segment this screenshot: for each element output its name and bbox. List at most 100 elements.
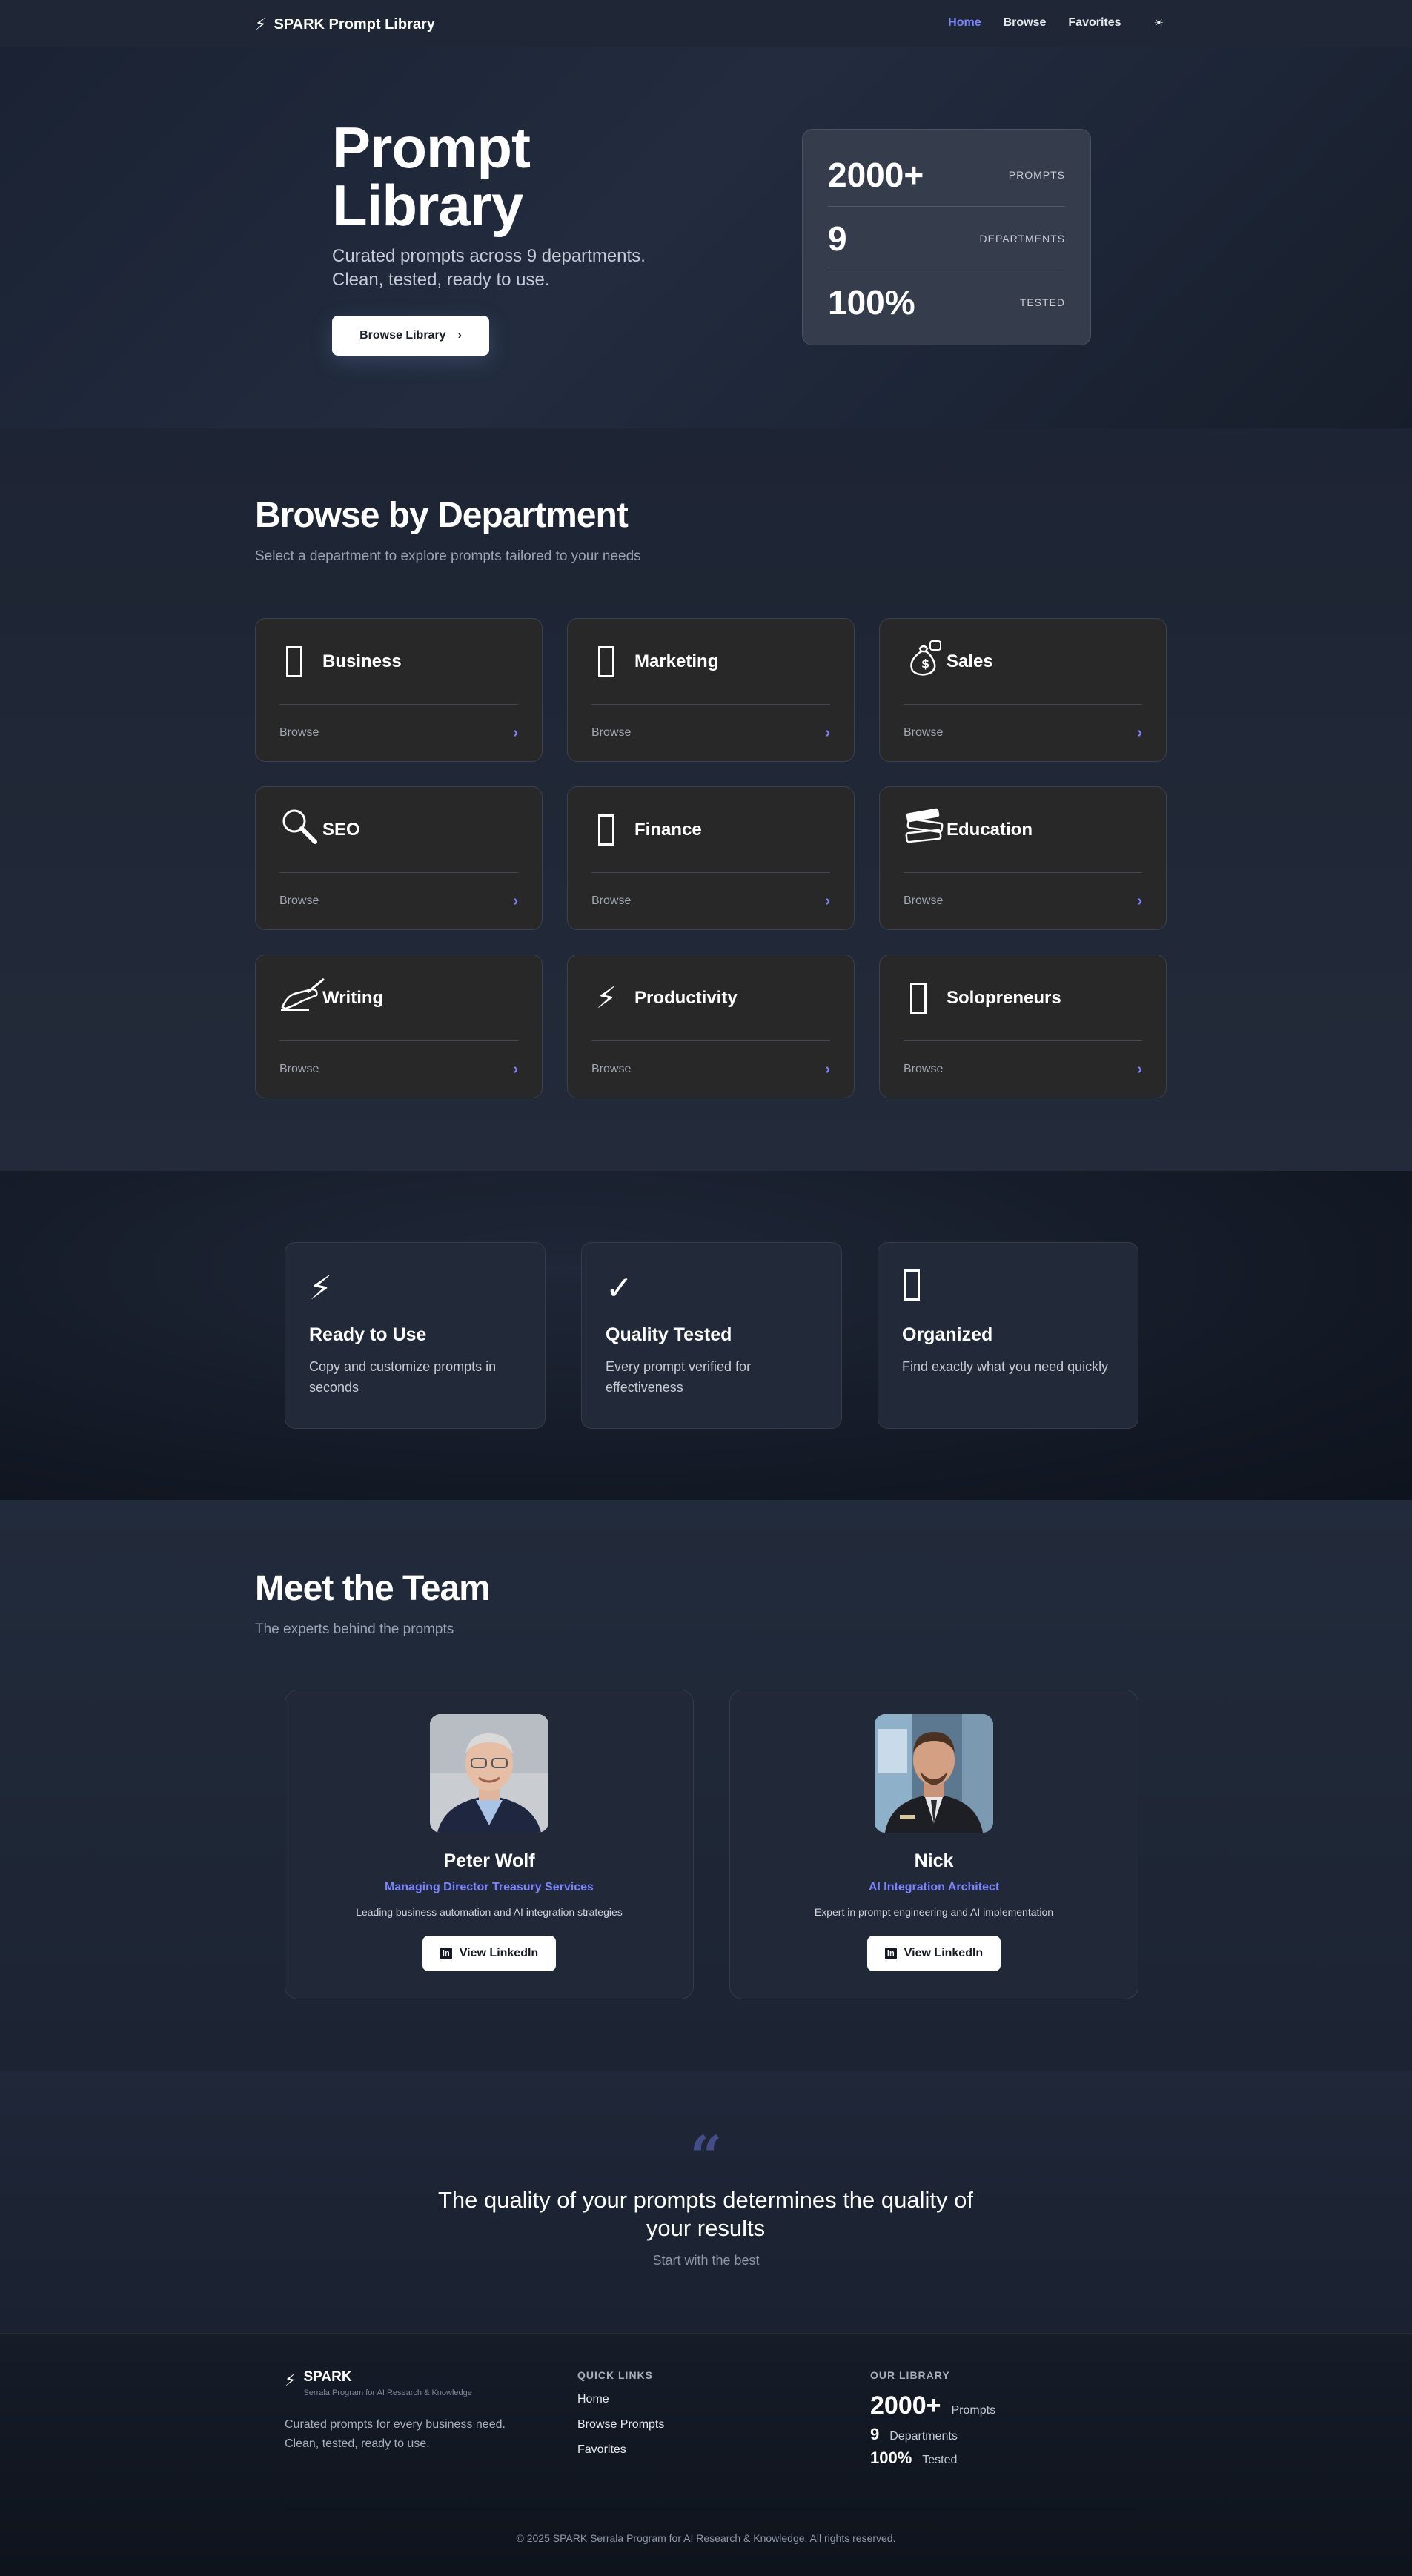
browse-label: Browse [591, 726, 632, 739]
department-card-sales[interactable]: $ Sales Browse › [879, 618, 1167, 762]
browse-label: Browse [279, 1063, 319, 1075]
footer-stat-value: 2000+ [870, 2391, 941, 2420]
department-card-solopreneurs[interactable]: Solopreneurs Browse › [879, 955, 1167, 1098]
team-section: Meet the Team The experts behind the pro… [0, 1500, 1412, 2071]
footer-desc-line2: Clean, tested, ready to use. [285, 2437, 430, 2450]
magnifier-icon [279, 806, 317, 854]
top-nav: ⚡︎ SPARK Prompt Library Home Browse Favo… [0, 0, 1412, 47]
view-linkedin-button[interactable]: in View LinkedIn [422, 1936, 556, 1971]
megaphone-icon [598, 645, 614, 677]
department-card-education[interactable]: Education Browse › [879, 786, 1167, 930]
department-card-business[interactable]: Business Browse › [255, 618, 543, 762]
feature-title: Ready to Use [309, 1324, 427, 1345]
footer-stat-value: 100% [870, 2449, 912, 2467]
department-card-writing[interactable]: Writing Browse › [255, 955, 543, 1098]
departments-grid: Business Browse › Marketing Browse › $ Sal… [255, 618, 1167, 1098]
nav-links: Home Browse Favorites ☀ [948, 16, 1164, 30]
stat-label: TESTED [1019, 296, 1065, 308]
svg-text:$: $ [921, 657, 929, 671]
department-name: Education [947, 819, 1033, 840]
chevron-right-icon: › [513, 1060, 518, 1078]
nav-link-home[interactable]: Home [948, 16, 981, 30]
footer-link-favorites[interactable]: Favorites [577, 2443, 664, 2457]
feature-title: Quality Tested [606, 1324, 732, 1345]
chevron-right-icon: › [513, 892, 518, 909]
team-grid: Peter Wolf Managing Director Treasury Se… [285, 1690, 1138, 1999]
hero-title: Prompt Library [332, 115, 531, 238]
avatar [430, 1714, 548, 1833]
browse-label: Browse [279, 894, 319, 907]
quote-mark-icon: “ [689, 2123, 723, 2189]
lightning-icon: ⚡︎ [285, 2371, 296, 2389]
feature-desc: Every prompt verified for effectiveness [606, 1359, 752, 1395]
view-linkedin-button[interactable]: in View LinkedIn [867, 1936, 1001, 1971]
hero-subtitle-line1: Curated prompts across 9 departments. [332, 246, 646, 266]
footer-link-browse[interactable]: Browse Prompts [577, 2418, 664, 2431]
footer-library: OUR LIBRARY 2000+ Prompts 9 Departments … [870, 2369, 995, 2468]
department-name: Productivity [634, 987, 738, 1008]
feature-card-quality: ✓ Quality Tested Every prompt verified f… [581, 1242, 842, 1429]
copyright: © 2025 SPARK Serrala Program for AI Rese… [516, 2532, 896, 2544]
quote-subtext: Start with the best [652, 2253, 760, 2268]
footer-tagline: Serrala Program for AI Research & Knowle… [303, 2389, 472, 2397]
person-icon [910, 982, 927, 1014]
check-icon: ✓ [606, 1270, 633, 1307]
stat-tested: 100% TESTED [828, 270, 1065, 334]
footer-stat-label: Departments [889, 2430, 958, 2443]
stat-value: 9 [828, 219, 847, 258]
chevron-right-icon: › [1137, 892, 1142, 909]
brand-title: SPARK Prompt Library [274, 16, 435, 33]
books-icon [904, 806, 944, 854]
footer-brand-name: SPARK [303, 2369, 352, 2385]
chevron-right-icon: › [825, 892, 830, 909]
feature-desc: Find exactly what you need quickly [902, 1359, 1109, 1374]
chevron-right-icon: › [513, 724, 518, 741]
member-name: Peter Wolf [443, 1850, 535, 1871]
quote-text: The quality of your prompts determines t… [438, 2187, 973, 2241]
departments-subtitle: Select a department to explore prompts t… [255, 548, 641, 564]
stat-departments: 9 DEPARTMENTS [828, 207, 1065, 270]
hero-section: Prompt Library Curated prompts across 9 … [0, 47, 1412, 428]
briefcase-icon [286, 645, 302, 677]
stat-prompts: 2000+ PROMPTS [828, 143, 1065, 207]
stat-value: 2000+ [828, 155, 924, 194]
footer-stat-label: Tested [922, 2454, 958, 2466]
chevron-right-icon: › [1137, 1060, 1142, 1078]
member-desc: Expert in prompt engineering and AI impl… [814, 1906, 1054, 1918]
chevron-right-icon: › [457, 329, 462, 342]
department-name: Marketing [634, 651, 719, 671]
stats-card: 2000+ PROMPTS 9 DEPARTMENTS 100% TESTED [802, 129, 1091, 345]
lightning-icon: ⚡︎ [595, 981, 617, 1015]
department-card-seo[interactable]: SEO Browse › [255, 786, 543, 930]
feature-card-organized: Organized Find exactly what you need qui… [878, 1242, 1138, 1429]
stat-label: PROMPTS [1008, 168, 1065, 181]
department-name: Solopreneurs [947, 987, 1061, 1008]
avatar [875, 1714, 993, 1833]
department-name: SEO [322, 819, 360, 840]
nav-link-favorites[interactable]: Favorites [1068, 16, 1121, 30]
nav-link-browse[interactable]: Browse [1004, 16, 1047, 30]
department-name: Sales [947, 651, 993, 671]
brand[interactable]: ⚡︎ SPARK Prompt Library [255, 15, 435, 34]
quick-links-heading: QUICK LINKS [577, 2369, 653, 2381]
browse-label: Browse [591, 894, 632, 907]
chevron-right-icon: › [825, 724, 830, 741]
theme-toggle-icon[interactable]: ☀ [1154, 16, 1164, 30]
department-card-marketing[interactable]: Marketing Browse › [567, 618, 855, 762]
browse-library-label: Browse Library [359, 329, 446, 342]
department-name: Writing [322, 987, 384, 1008]
browse-library-button[interactable]: Browse Library › [332, 316, 489, 356]
member-role: Managing Director Treasury Services [385, 1881, 594, 1893]
footer-link-home[interactable]: Home [577, 2393, 664, 2406]
writing-hand-icon [279, 976, 325, 1020]
browse-label: Browse [279, 726, 319, 739]
footer-stat-label: Prompts [951, 2404, 996, 2417]
linkedin-icon: in [440, 1948, 452, 1959]
department-card-finance[interactable]: Finance Browse › [567, 786, 855, 930]
team-card-nick: Nick AI Integration Architect Expert in … [729, 1690, 1138, 1999]
footer-stat-tested: 100% Tested [870, 2449, 995, 2468]
browse-label: Browse [904, 1063, 944, 1075]
department-card-productivity[interactable]: ⚡︎ Productivity Browse › [567, 955, 855, 1098]
features-section: ⚡︎ Ready to Use Copy and customize promp… [0, 1171, 1412, 1500]
departments-title: Browse by Department [255, 496, 629, 535]
